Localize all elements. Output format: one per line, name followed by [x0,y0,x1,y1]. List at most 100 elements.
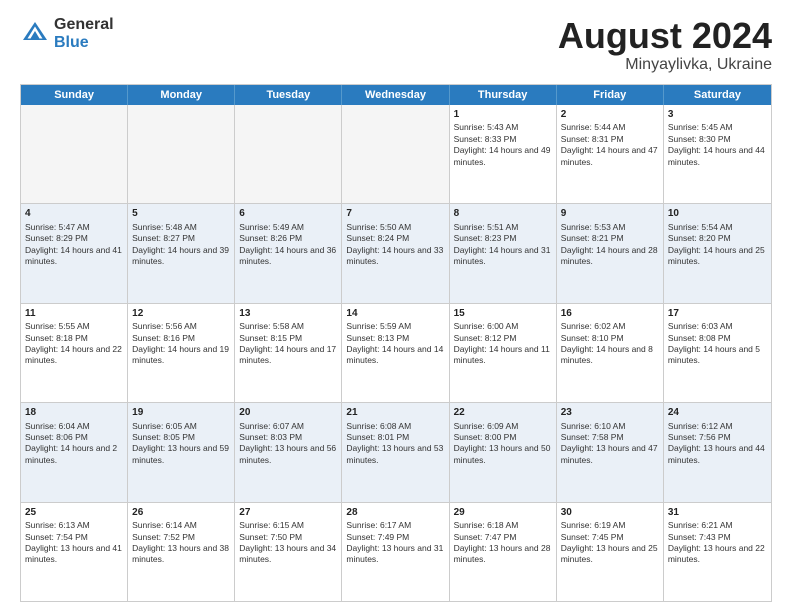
sunrise-text: Sunrise: 6:12 AM [668,421,767,432]
day-cell-17: 17Sunrise: 6:03 AMSunset: 8:08 PMDayligh… [664,304,771,402]
sunrise-text: Sunrise: 6:09 AM [454,421,552,432]
sunset-text: Sunset: 8:23 PM [454,233,552,244]
day-cell-30: 30Sunrise: 6:19 AMSunset: 7:45 PMDayligh… [557,503,664,601]
day-number: 2 [561,108,659,122]
sunset-text: Sunset: 8:15 PM [239,333,337,344]
day-number: 16 [561,307,659,321]
day-number: 25 [25,506,123,520]
sunrise-text: Sunrise: 6:17 AM [346,520,444,531]
day-number: 1 [454,108,552,122]
sunset-text: Sunset: 8:03 PM [239,432,337,443]
day-cell-11: 11Sunrise: 5:55 AMSunset: 8:18 PMDayligh… [21,304,128,402]
calendar: SundayMondayTuesdayWednesdayThursdayFrid… [20,84,772,602]
sunrise-text: Sunrise: 6:02 AM [561,321,659,332]
daylight-text: Daylight: 13 hours and 53 minutes. [346,443,444,466]
day-header-saturday: Saturday [664,85,771,105]
sunrise-text: Sunrise: 6:18 AM [454,520,552,531]
sunrise-text: Sunrise: 5:44 AM [561,122,659,133]
sunset-text: Sunset: 8:06 PM [25,432,123,443]
day-cell-22: 22Sunrise: 6:09 AMSunset: 8:00 PMDayligh… [450,403,557,501]
sunrise-text: Sunrise: 5:54 AM [668,222,767,233]
sunrise-text: Sunrise: 6:21 AM [668,520,767,531]
day-number: 28 [346,506,444,520]
daylight-text: Daylight: 14 hours and 11 minutes. [454,344,552,367]
page: General Blue August 2024 Minyaylivka, Uk… [0,0,792,612]
calendar-row-5: 25Sunrise: 6:13 AMSunset: 7:54 PMDayligh… [21,502,771,601]
sunrise-text: Sunrise: 5:58 AM [239,321,337,332]
day-cell-6: 6Sunrise: 5:49 AMSunset: 8:26 PMDaylight… [235,204,342,302]
day-number: 9 [561,207,659,221]
day-number: 3 [668,108,767,122]
day-number: 20 [239,406,337,420]
daylight-text: Daylight: 14 hours and 41 minutes. [25,245,123,268]
daylight-text: Daylight: 14 hours and 25 minutes. [668,245,767,268]
logo-blue: Blue [54,34,114,52]
sunset-text: Sunset: 7:45 PM [561,532,659,543]
calendar-row-2: 4Sunrise: 5:47 AMSunset: 8:29 PMDaylight… [21,203,771,302]
day-cell-12: 12Sunrise: 5:56 AMSunset: 8:16 PMDayligh… [128,304,235,402]
sunrise-text: Sunrise: 6:04 AM [25,421,123,432]
day-number: 15 [454,307,552,321]
day-cell-8: 8Sunrise: 5:51 AMSunset: 8:23 PMDaylight… [450,204,557,302]
day-number: 18 [25,406,123,420]
daylight-text: Daylight: 14 hours and 22 minutes. [25,344,123,367]
empty-cell [235,105,342,203]
sunset-text: Sunset: 8:12 PM [454,333,552,344]
sunrise-text: Sunrise: 6:10 AM [561,421,659,432]
sunset-text: Sunset: 8:05 PM [132,432,230,443]
daylight-text: Daylight: 13 hours and 44 minutes. [668,443,767,466]
day-cell-13: 13Sunrise: 5:58 AMSunset: 8:15 PMDayligh… [235,304,342,402]
sunset-text: Sunset: 8:33 PM [454,134,552,145]
day-header-sunday: Sunday [21,85,128,105]
day-number: 10 [668,207,767,221]
day-header-monday: Monday [128,85,235,105]
sunrise-text: Sunrise: 5:48 AM [132,222,230,233]
day-cell-23: 23Sunrise: 6:10 AMSunset: 7:58 PMDayligh… [557,403,664,501]
daylight-text: Daylight: 13 hours and 47 minutes. [561,443,659,466]
daylight-text: Daylight: 13 hours and 56 minutes. [239,443,337,466]
calendar-body: 1Sunrise: 5:43 AMSunset: 8:33 PMDaylight… [21,105,771,601]
day-cell-1: 1Sunrise: 5:43 AMSunset: 8:33 PMDaylight… [450,105,557,203]
sunrise-text: Sunrise: 5:45 AM [668,122,767,133]
daylight-text: Daylight: 14 hours and 2 minutes. [25,443,123,466]
day-number: 30 [561,506,659,520]
sunset-text: Sunset: 8:26 PM [239,233,337,244]
sunset-text: Sunset: 8:01 PM [346,432,444,443]
day-number: 23 [561,406,659,420]
sunrise-text: Sunrise: 6:19 AM [561,520,659,531]
sunrise-text: Sunrise: 5:53 AM [561,222,659,233]
sunset-text: Sunset: 8:16 PM [132,333,230,344]
sunset-text: Sunset: 8:31 PM [561,134,659,145]
sunset-text: Sunset: 8:18 PM [25,333,123,344]
day-number: 22 [454,406,552,420]
day-cell-7: 7Sunrise: 5:50 AMSunset: 8:24 PMDaylight… [342,204,449,302]
header: General Blue August 2024 Minyaylivka, Uk… [20,16,772,74]
sunset-text: Sunset: 7:43 PM [668,532,767,543]
sunset-text: Sunset: 8:30 PM [668,134,767,145]
sunrise-text: Sunrise: 5:49 AM [239,222,337,233]
sunrise-text: Sunrise: 5:50 AM [346,222,444,233]
day-header-thursday: Thursday [450,85,557,105]
sunrise-text: Sunrise: 6:14 AM [132,520,230,531]
sunrise-text: Sunrise: 6:05 AM [132,421,230,432]
daylight-text: Daylight: 14 hours and 44 minutes. [668,145,767,168]
sunset-text: Sunset: 7:50 PM [239,532,337,543]
day-number: 6 [239,207,337,221]
sunrise-text: Sunrise: 5:59 AM [346,321,444,332]
day-cell-3: 3Sunrise: 5:45 AMSunset: 8:30 PMDaylight… [664,105,771,203]
daylight-text: Daylight: 14 hours and 19 minutes. [132,344,230,367]
sunset-text: Sunset: 8:24 PM [346,233,444,244]
day-cell-21: 21Sunrise: 6:08 AMSunset: 8:01 PMDayligh… [342,403,449,501]
sunset-text: Sunset: 8:29 PM [25,233,123,244]
empty-cell [21,105,128,203]
sunset-text: Sunset: 7:47 PM [454,532,552,543]
daylight-text: Daylight: 13 hours and 34 minutes. [239,543,337,566]
daylight-text: Daylight: 14 hours and 39 minutes. [132,245,230,268]
daylight-text: Daylight: 14 hours and 28 minutes. [561,245,659,268]
calendar-row-4: 18Sunrise: 6:04 AMSunset: 8:06 PMDayligh… [21,402,771,501]
daylight-text: Daylight: 14 hours and 31 minutes. [454,245,552,268]
daylight-text: Daylight: 14 hours and 17 minutes. [239,344,337,367]
day-cell-29: 29Sunrise: 6:18 AMSunset: 7:47 PMDayligh… [450,503,557,601]
daylight-text: Daylight: 13 hours and 25 minutes. [561,543,659,566]
daylight-text: Daylight: 14 hours and 5 minutes. [668,344,767,367]
